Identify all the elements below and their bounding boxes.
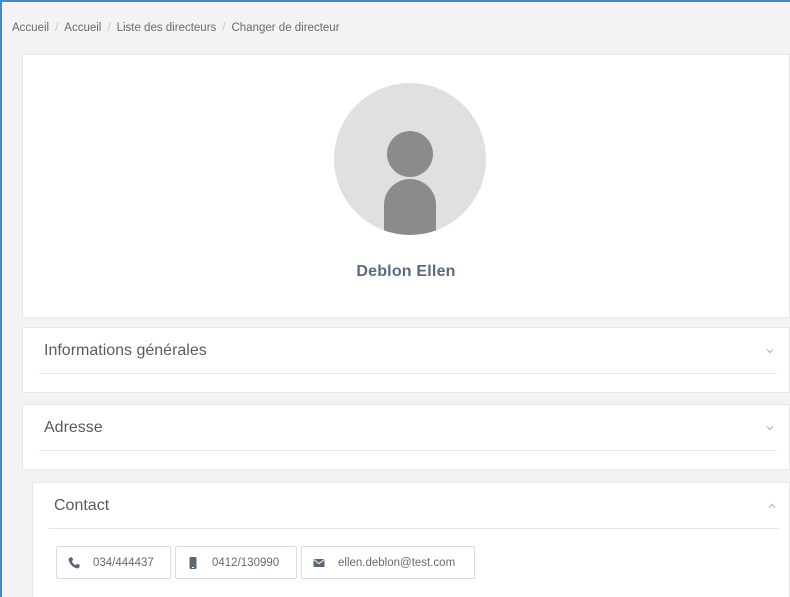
breadcrumb-separator: / — [107, 22, 111, 34]
phone-number: 034/444437 — [93, 556, 154, 569]
phone-chip[interactable]: 034/444437 — [56, 546, 171, 579]
profile-card: Deblon Ellen — [22, 54, 790, 318]
panel-adresse: Adresse — [22, 404, 790, 470]
email-chip[interactable]: ellen.deblon@test.com — [301, 546, 475, 579]
panel-informations-generales: Informations générales — [22, 327, 790, 393]
breadcrumb-separator: / — [222, 22, 226, 34]
breadcrumb-item-accueil-2[interactable]: Accueil — [64, 22, 101, 34]
panel-header-adresse[interactable]: Adresse — [39, 405, 777, 451]
panel-contact: Contact 034/444437 0412/130990 ellen.deb… — [32, 482, 790, 597]
breadcrumb: Accueil / Accueil / Liste des directeurs… — [12, 22, 340, 34]
chevron-up-icon — [768, 503, 776, 508]
panel-title: Contact — [54, 496, 110, 514]
breadcrumb-item-current: Changer de directeur — [231, 22, 340, 34]
panel-header-contact[interactable]: Contact — [49, 483, 779, 529]
user-placeholder-icon — [334, 83, 486, 235]
avatar-body-shape — [384, 179, 436, 235]
panel-title: Adresse — [44, 418, 103, 436]
panel-title: Informations générales — [44, 341, 207, 359]
mobile-number: 0412/130990 — [212, 556, 280, 569]
phone-icon — [68, 556, 80, 568]
chevron-down-icon — [766, 425, 774, 430]
email-address: ellen.deblon@test.com — [338, 556, 456, 569]
mobile-phone-icon — [189, 556, 197, 569]
chevron-down-icon — [766, 348, 774, 353]
mobile-chip[interactable]: 0412/130990 — [175, 546, 297, 579]
breadcrumb-item-liste-directeurs[interactable]: Liste des directeurs — [117, 22, 217, 34]
profile-name: Deblon Ellen — [356, 263, 456, 280]
envelope-icon — [313, 558, 325, 567]
avatar-head-shape — [387, 131, 433, 177]
breadcrumb-separator: / — [55, 22, 59, 34]
panel-header-informations-generales[interactable]: Informations générales — [39, 328, 777, 374]
breadcrumb-item-accueil-1[interactable]: Accueil — [12, 22, 49, 34]
contact-row: 034/444437 0412/130990 ellen.deblon@test… — [56, 546, 475, 579]
